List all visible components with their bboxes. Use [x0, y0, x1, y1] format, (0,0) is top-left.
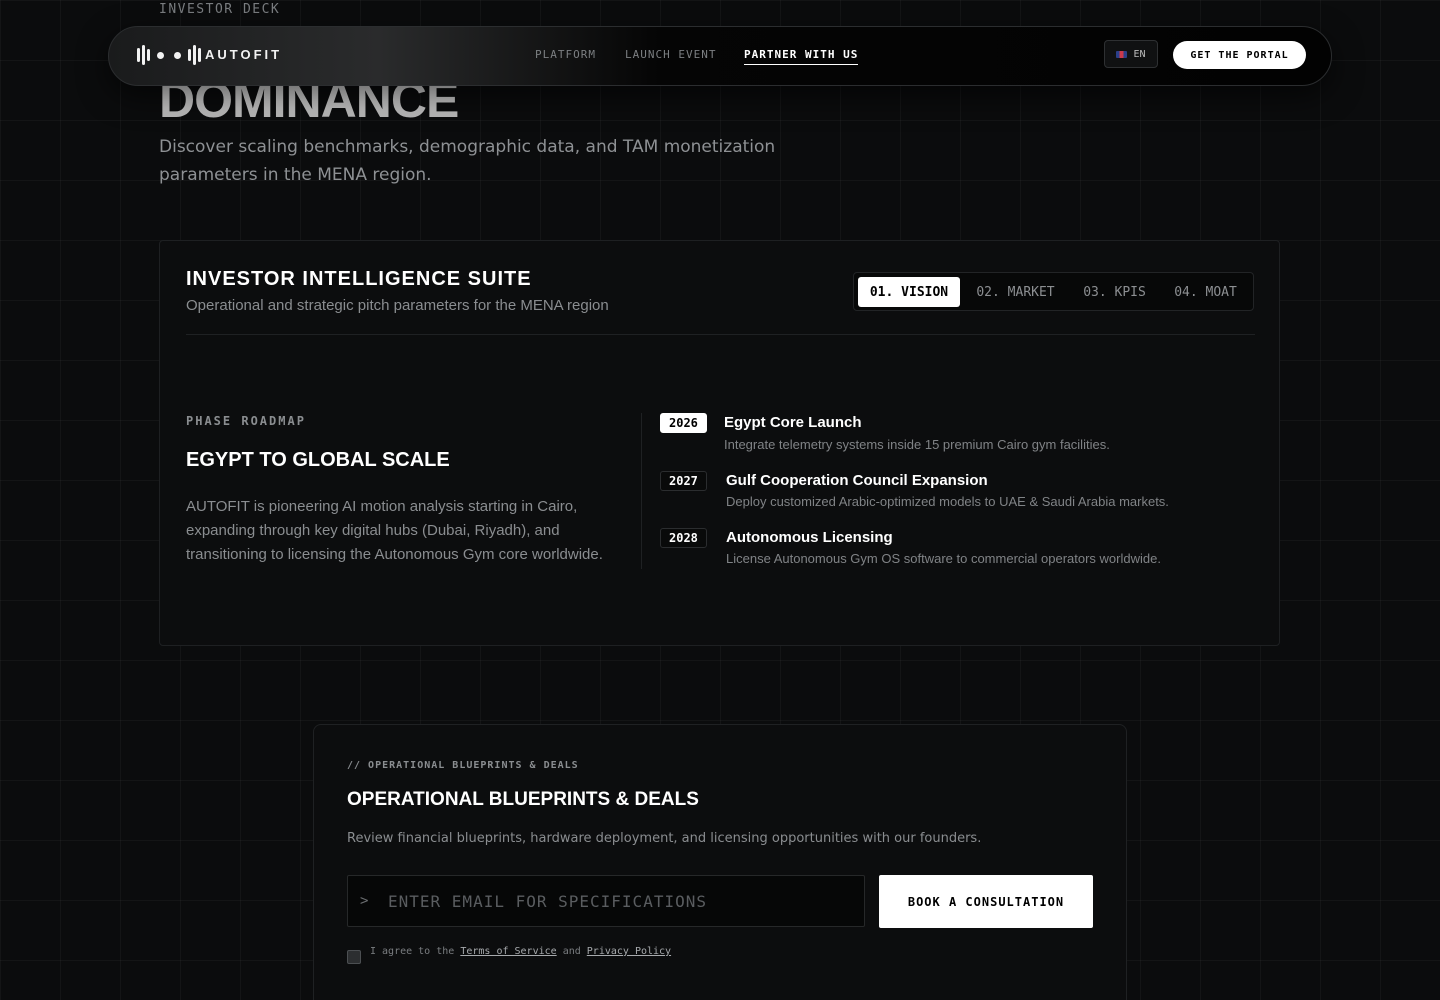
get-portal-button[interactable]: GET THE PORTAL [1173, 41, 1306, 69]
tab-vision[interactable]: 01. VISION [858, 277, 960, 307]
phase-label: PHASE ROADMAP [186, 414, 306, 428]
email-input[interactable] [386, 880, 864, 922]
logo-dot [174, 51, 181, 59]
terms-of-service-link[interactable]: Terms of Service [460, 946, 556, 957]
cta-subtitle: Review financial blueprints, hardware de… [347, 831, 982, 846]
tab-market[interactable]: 02. MARKET [964, 277, 1067, 307]
consent-and: and [562, 946, 581, 957]
milestone-description: Integrate telemetry systems inside 15 pr… [724, 437, 1110, 452]
milestone-year[interactable]: 2027 [660, 471, 707, 491]
consent-checkbox[interactable] [347, 950, 361, 964]
cta-eyebrow: // OPERATIONAL BLUEPRINTS & DEALS [347, 760, 579, 771]
waveform-logo-icon[interactable] [137, 45, 201, 65]
nav-link-platform[interactable]: PLATFORM [535, 48, 596, 61]
consent-prefix: I agree to the [370, 946, 455, 957]
cta-title: OPERATIONAL BLUEPRINTS & DEALS [347, 789, 699, 810]
milestone-title: Egypt Core Launch [724, 414, 862, 431]
timeline-divider [641, 413, 642, 569]
milestone-title: Autonomous Licensing [726, 529, 893, 546]
logo-bars-left [137, 45, 150, 65]
book-consultation-button[interactable]: BOOK A CONSULTATION [879, 875, 1093, 928]
phase-title: EGYPT TO GLOBAL SCALE [186, 449, 450, 471]
milestone-description: License Autonomous Gym OS software to co… [726, 551, 1161, 566]
milestone-title: Gulf Cooperation Council Expansion [726, 472, 988, 489]
milestone-description: Deploy customized Arabic-optimized model… [726, 494, 1169, 509]
consent-text: I agree to the Terms of Service and Priv… [370, 946, 671, 957]
tab-moat[interactable]: 04. MOAT [1162, 277, 1249, 307]
tab-kpis[interactable]: 03. KPIS [1071, 277, 1158, 307]
email-field-wrapper: > [347, 875, 865, 927]
hero-subtitle: Discover scaling benchmarks, demographic… [159, 137, 776, 185]
milestone-year[interactable]: 2026 [660, 413, 707, 433]
hero-eyebrow: INVESTOR DECK [159, 2, 281, 17]
milestone-year[interactable]: 2028 [660, 528, 707, 548]
nav-link-partner-with-us[interactable]: PARTNER WITH US [744, 48, 859, 65]
logo-text[interactable]: AUTOFIT [205, 47, 282, 62]
phase-description: AUTOFIT is pioneering AI motion analysis… [186, 498, 603, 563]
language-selector[interactable]: EN [1104, 40, 1158, 68]
uk-flag-icon [1116, 50, 1128, 58]
privacy-policy-link[interactable]: Privacy Policy [587, 946, 671, 957]
nav-link-launch-event[interactable]: LAUNCH EVENT [625, 48, 716, 61]
language-label: EN [1133, 48, 1146, 60]
suite-divider [186, 334, 1255, 335]
logo-dot [157, 51, 164, 59]
prompt-caret-icon: > [360, 893, 369, 909]
suite-subtitle: Operational and strategic pitch paramete… [186, 297, 609, 314]
logo-bars-right [188, 45, 201, 65]
suite-title: INVESTOR INTELLIGENCE SUITE [186, 268, 532, 290]
